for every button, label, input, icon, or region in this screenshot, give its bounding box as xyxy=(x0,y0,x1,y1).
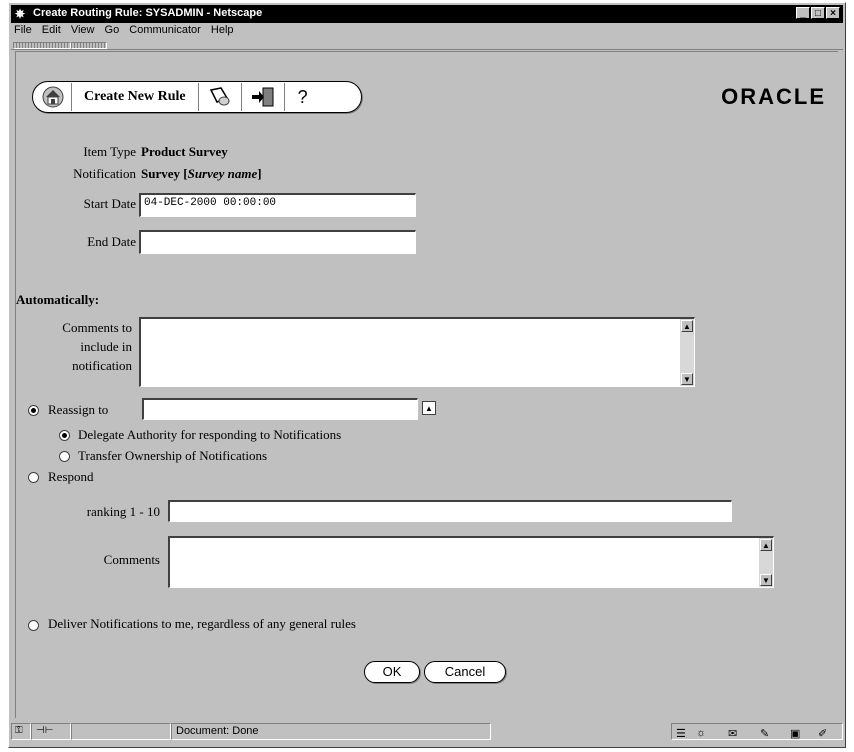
end-date-label: End Date xyxy=(87,234,136,249)
notification-value-suffix: ] xyxy=(257,166,262,181)
window-title: Create Routing Rule: SYSADMIN - Netscape xyxy=(33,7,263,19)
reload-button[interactable] xyxy=(203,83,237,111)
help-button[interactable]: ? xyxy=(289,83,317,111)
security-icon[interactable]: ⚿ xyxy=(11,723,31,740)
app-toolbar: Create New Rule ? xyxy=(32,81,362,113)
reassign-input[interactable] xyxy=(142,398,418,420)
netscape-icon: ✵ xyxy=(15,7,26,21)
close-button[interactable]: × xyxy=(826,7,840,19)
comments-label-line: notification xyxy=(72,358,132,373)
notification-value-prefix: Survey [ xyxy=(141,166,188,181)
scroll-up-icon[interactable]: ▲ xyxy=(760,539,772,551)
mail-icon[interactable]: ✉ xyxy=(728,727,737,740)
menu-view[interactable]: View xyxy=(71,24,95,36)
notification-value-italic: Survey name xyxy=(187,166,258,181)
textarea-scrollbar[interactable]: ▲ ▼ xyxy=(680,319,694,386)
home-button[interactable] xyxy=(39,83,67,111)
connection-icon: ⊣⊢ xyxy=(31,723,71,740)
delegate-label: Delegate Authority for responding to Not… xyxy=(78,427,342,442)
toolbar-separator xyxy=(197,83,199,111)
home-icon xyxy=(42,86,64,108)
toolbar-title: Create New Rule xyxy=(84,89,186,104)
respond-comments-textarea[interactable]: ▲ ▼ xyxy=(168,536,774,588)
reassign-radio[interactable] xyxy=(28,405,39,416)
toolbar-separator xyxy=(283,83,285,111)
menu-communicator[interactable]: Communicator xyxy=(129,24,201,36)
automatically-heading: Automatically: xyxy=(16,292,100,307)
scroll-up-icon[interactable]: ▲ xyxy=(681,320,693,332)
discussion-icon[interactable]: ✎ xyxy=(760,727,769,740)
sun-icon[interactable]: ☼ xyxy=(696,727,706,739)
notification-value: Survey [Survey name] xyxy=(141,166,262,182)
page-content: Create New Rule ? ORACLE Item Type Produ… xyxy=(15,51,838,718)
browser-window: ✵ Create Routing Rule: SYSADMIN - Netsca… xyxy=(8,2,846,748)
ok-button[interactable]: OK xyxy=(364,661,420,683)
comments-to-include-label: Comments to include in notification xyxy=(16,318,132,375)
reassign-label: Reassign to xyxy=(48,402,109,417)
help-icon: ? xyxy=(297,86,308,107)
exit-button[interactable] xyxy=(246,83,280,111)
transfer-label: Transfer Ownership of Notifications xyxy=(78,448,268,463)
arrow-up-icon: ▲ xyxy=(425,404,433,413)
menu-bar: File Edit View Go Communicator Help xyxy=(11,24,238,40)
item-type-label: Item Type xyxy=(83,144,136,159)
maximize-button[interactable]: □ xyxy=(811,7,825,19)
comments-label-line: include in xyxy=(80,339,132,354)
pen-icon[interactable]: ✐ xyxy=(818,727,827,740)
toolbar-grip-2[interactable] xyxy=(71,42,107,49)
textarea-scrollbar[interactable]: ▲ ▼ xyxy=(759,538,773,587)
status-text: Document: Done xyxy=(171,723,491,740)
toolbar-separator xyxy=(71,83,72,111)
delegate-radio[interactable] xyxy=(59,430,70,441)
scroll-down-icon[interactable]: ▼ xyxy=(760,574,772,586)
notification-comments-textarea[interactable]: ▲ ▼ xyxy=(139,317,695,387)
respond-radio[interactable] xyxy=(28,472,39,483)
menu-go[interactable]: Go xyxy=(105,24,120,36)
menu-help[interactable]: Help xyxy=(211,24,234,36)
item-type-value: Product Survey xyxy=(141,144,228,159)
toolbar-grip-1[interactable] xyxy=(13,42,71,49)
deliver-label: Deliver Notifications to me, regardless … xyxy=(48,616,356,631)
title-bar: ✵ Create Routing Rule: SYSADMIN - Netsca… xyxy=(11,5,843,23)
progress-bar xyxy=(71,723,171,740)
exit-door-icon xyxy=(251,87,274,107)
toolbar-grips xyxy=(11,41,843,50)
notification-label: Notification xyxy=(73,166,136,181)
start-date-label: Start Date xyxy=(83,196,136,211)
oracle-logo: ORACLE xyxy=(721,84,826,109)
component-bar: ☰ ☼ ✉ ✎ ▣ ✐ xyxy=(671,723,843,740)
deliver-radio[interactable] xyxy=(28,620,39,631)
navigator-icon[interactable]: ☰ xyxy=(676,727,686,740)
end-date-input[interactable] xyxy=(139,230,416,254)
status-bar: ⚿ ⊣⊢ Document: Done ☰ ☼ ✉ ✎ ▣ ✐ xyxy=(11,721,843,743)
transfer-radio[interactable] xyxy=(59,451,70,462)
comments-label-line: Comments to xyxy=(62,320,132,335)
ranking-label: ranking 1 - 10 xyxy=(86,504,160,519)
comments-label: Comments xyxy=(103,552,160,567)
menu-edit[interactable]: Edit xyxy=(42,24,61,36)
composer-icon[interactable]: ▣ xyxy=(790,727,800,740)
start-date-input[interactable]: 04-DEC-2000 00:00:00 xyxy=(139,193,416,217)
respond-label: Respond xyxy=(48,469,94,484)
ranking-input[interactable] xyxy=(168,500,732,522)
reassign-lookup-button[interactable]: ▲ xyxy=(422,401,436,415)
toolbar-separator xyxy=(240,83,242,111)
scroll-down-icon[interactable]: ▼ xyxy=(681,373,693,385)
cancel-button[interactable]: Cancel xyxy=(424,661,506,683)
menu-file[interactable]: File xyxy=(14,24,32,36)
flashlight-icon xyxy=(209,87,230,106)
minimize-button[interactable]: _ xyxy=(796,7,810,19)
